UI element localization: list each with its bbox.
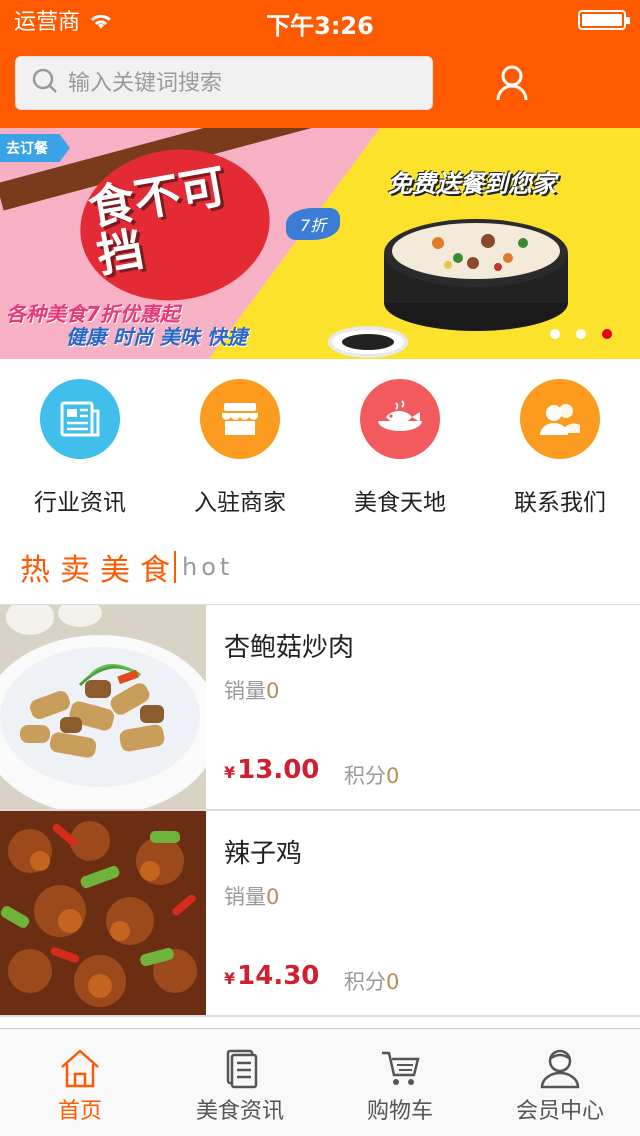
tab-cart[interactable]: 购物车 xyxy=(320,1029,480,1136)
rice-bowl-image xyxy=(384,219,568,331)
member-icon xyxy=(540,1049,580,1089)
product-name: 辣子鸡 xyxy=(224,839,303,869)
battery-icon xyxy=(578,10,630,30)
tab-label: 美食资讯 xyxy=(195,1099,284,1124)
order-tag[interactable]: 去订餐 xyxy=(0,134,70,162)
product-points: 积分0 xyxy=(344,970,400,994)
product-name: 杏鲍菇炒肉 xyxy=(224,633,355,663)
category-contact-us[interactable]: 联系我们 xyxy=(480,359,640,524)
product-price: ¥13.00 xyxy=(224,755,320,785)
carousel-dot-active[interactable] xyxy=(602,329,612,339)
category-merchants[interactable]: 入驻商家 xyxy=(160,359,320,524)
search-box[interactable] xyxy=(15,56,433,110)
banner-promo-line2: 健康 时尚 美味 快捷 xyxy=(66,325,247,349)
news-icon xyxy=(40,379,120,459)
banner-headline: 免费送餐到您家 xyxy=(388,170,556,198)
category-food-world[interactable]: 美食天地 xyxy=(320,359,480,524)
category-label: 联系我们 xyxy=(514,490,606,516)
product-list: 杏鲍菇炒肉 销量0 ¥13.00 积分0 辣子鸡 销量0 ¥14.30 积分0 xyxy=(0,604,640,1017)
product-item[interactable]: 辣子鸡 销量0 ¥14.30 积分0 xyxy=(0,811,640,1017)
sauce-dish-image xyxy=(328,326,408,358)
user-profile-button[interactable] xyxy=(490,64,534,104)
tab-member-center[interactable]: 会员中心 xyxy=(480,1029,640,1136)
section-title: 热卖美食 hot xyxy=(20,545,233,589)
product-price: ¥14.30 xyxy=(224,961,320,991)
fish-icon xyxy=(360,379,440,459)
home-icon xyxy=(61,1049,99,1088)
product-points: 积分0 xyxy=(344,764,400,788)
bottom-tab-bar: 首页 美食资讯 购物车 会员中心 xyxy=(0,1028,640,1136)
discount-tag: 7折 xyxy=(286,208,341,240)
tab-food-news[interactable]: 美食资讯 xyxy=(160,1029,320,1136)
tab-label: 首页 xyxy=(57,1099,102,1124)
category-label: 行业资讯 xyxy=(34,490,126,516)
promo-banner[interactable]: 去订餐 食不可挡 7折 免费送餐到您家 各种美食7折优惠起 健康 时尚 美味 快… xyxy=(0,128,640,359)
product-sales: 销量0 xyxy=(224,679,280,703)
category-label: 入驻商家 xyxy=(194,490,286,516)
carousel-dot[interactable] xyxy=(576,329,586,339)
status-time: 下午3:26 xyxy=(266,12,374,40)
user-icon xyxy=(490,65,534,108)
carousel-indicator xyxy=(550,329,612,339)
category-industry-news[interactable]: 行业资讯 xyxy=(0,359,160,524)
section-subtitle: hot xyxy=(182,553,234,581)
cart-icon xyxy=(382,1051,420,1085)
category-nav: 行业资讯 入驻商家 美食天地 联系我们 xyxy=(0,359,640,524)
category-label: 美食天地 xyxy=(354,490,446,516)
status-bar: 运营商 下午3:26 xyxy=(0,0,640,40)
header: 运营商 下午3:26 xyxy=(0,0,640,128)
document-icon xyxy=(226,1049,258,1089)
section-title-text: 热卖美食 xyxy=(20,553,180,588)
carousel-dot[interactable] xyxy=(550,329,560,339)
store-icon xyxy=(200,379,280,459)
product-item[interactable]: 杏鲍菇炒肉 销量0 ¥13.00 积分0 xyxy=(0,605,640,811)
product-image xyxy=(0,605,206,809)
search-input[interactable] xyxy=(68,70,388,96)
tab-label: 会员中心 xyxy=(515,1099,604,1124)
product-image xyxy=(0,811,206,1015)
tab-home[interactable]: 首页 xyxy=(0,1029,160,1136)
tab-label: 购物车 xyxy=(366,1099,433,1124)
product-sales: 销量0 xyxy=(224,885,280,909)
contacts-icon xyxy=(520,379,600,459)
search-icon xyxy=(32,68,58,98)
